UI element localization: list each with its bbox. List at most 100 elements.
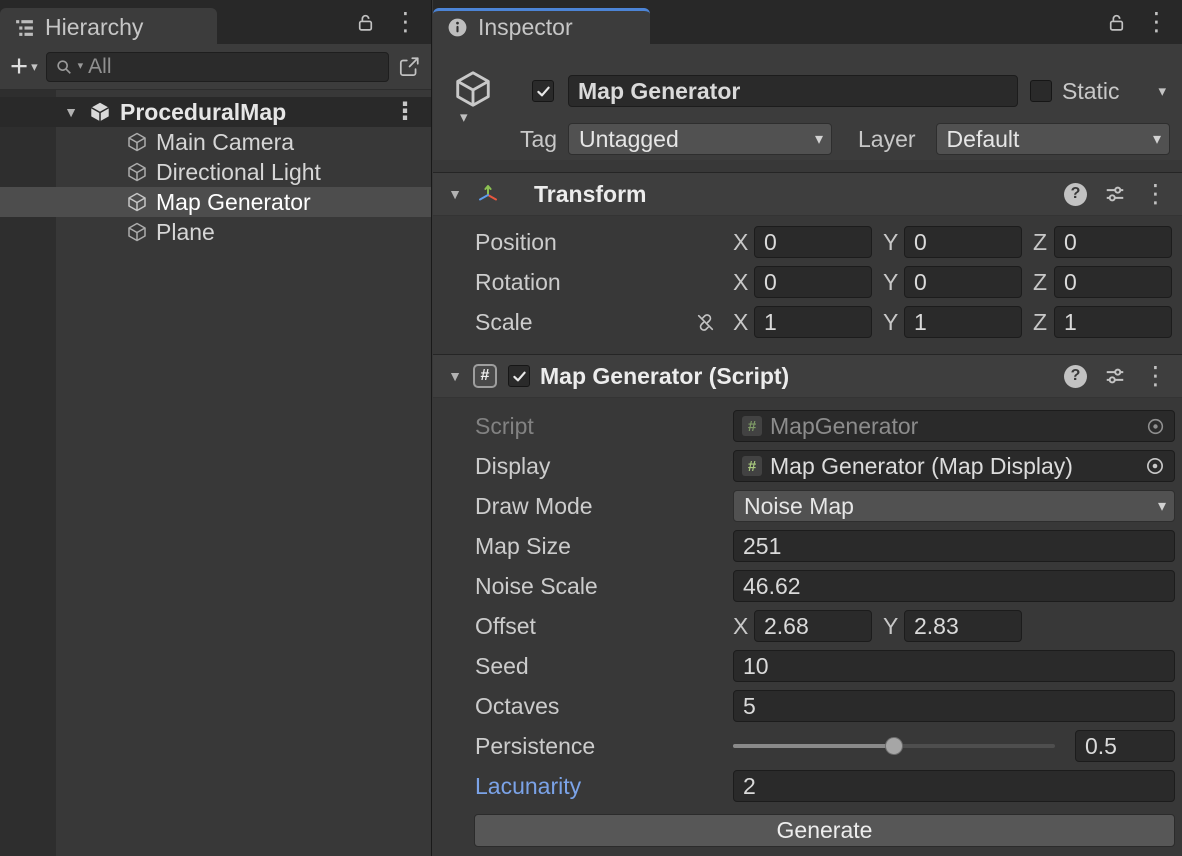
property-row-display: Display # Map Generator (Map Display) [433,446,1182,486]
persistence-value-field[interactable] [1075,730,1175,762]
add-object-button[interactable]: + ▾ [10,53,38,81]
rotation-z-field[interactable] [1054,266,1172,298]
gameobject-cube-icon [126,131,148,153]
offset-y-field[interactable] [904,610,1022,642]
axis-y-label: Y [883,613,901,640]
csharp-script-icon: # [473,364,497,388]
property-row-lacunarity: Lacunarity [433,766,1182,806]
script-body: Script # MapGenerator Display # Map Gene… [433,398,1182,847]
position-label: Position [475,229,557,256]
static-label: Static [1062,78,1120,105]
hierarchy-item-map-generator[interactable]: Map Generator [0,187,431,217]
persistence-slider[interactable] [733,730,1055,762]
script-component-title: Map Generator (Script) [540,363,789,390]
axis-y-label: Y [883,309,901,336]
unity-editor-window: Hierarchy ⋮ + ▾ ▾ ▼ [0,0,1182,856]
hierarchy-search-field[interactable]: ▾ [46,52,389,82]
hierarchy-item-directional-light[interactable]: Directional Light [0,157,431,187]
component-enabled-checkbox[interactable] [508,365,530,387]
object-picker-icon[interactable] [1145,416,1166,437]
map-size-field[interactable] [733,530,1175,562]
position-x-field[interactable] [754,226,872,258]
scale-x-field[interactable] [754,306,872,338]
kebab-menu-icon[interactable]: ⋮ [1144,10,1169,35]
axis-y-label: Y [883,269,901,296]
persistence-label: Persistence [475,733,595,760]
presets-icon[interactable] [1104,365,1126,387]
item-label: Main Camera [156,129,294,156]
scale-z-field[interactable] [1054,306,1172,338]
lacunarity-label: Lacunarity [475,773,581,800]
rotation-y-field[interactable] [904,266,1022,298]
property-row-scale: Scale X Y Z [433,302,1182,342]
static-flags-caret-icon[interactable]: ▾ [1158,84,1166,99]
script-object-field[interactable]: # MapGenerator [733,410,1175,442]
kebab-menu-icon[interactable]: ⋮ [393,10,418,35]
map-generator-script-header[interactable]: ▼ # Map Generator (Script) ? ⋮ [433,354,1182,398]
item-label: Map Generator [156,189,311,216]
inspector-strip-actions: ⋮ [1106,0,1182,44]
layer-value: Default [947,126,1020,153]
draw-mode-value: Noise Map [744,493,854,520]
seed-field[interactable] [733,650,1175,682]
property-row-position: Position X Y Z [433,222,1182,262]
scale-y-field[interactable] [904,306,1022,338]
gameobject-name-field[interactable] [568,75,1018,107]
help-icon[interactable]: ? [1064,183,1087,206]
tab-hierarchy[interactable]: Hierarchy [0,8,217,44]
octaves-label: Octaves [475,693,559,720]
lock-icon[interactable] [355,12,376,33]
object-picker-icon[interactable] [1144,455,1166,477]
octaves-field[interactable] [733,690,1175,722]
hierarchy-scene-row[interactable]: ▼ ProceduralMap ⋮ [0,97,431,127]
static-checkbox[interactable] [1030,80,1052,102]
noise-scale-field[interactable] [733,570,1175,602]
hierarchy-item-main-camera[interactable]: Main Camera [0,127,431,157]
hierarchy-item-plane[interactable]: Plane [0,217,431,247]
position-z-field[interactable] [1054,226,1172,258]
foldout-open-icon[interactable]: ▼ [62,105,80,119]
search-icon[interactable] [55,58,73,76]
pick-object-icon[interactable] [397,55,421,79]
search-filter-caret-icon[interactable]: ▾ [78,61,84,72]
draw-mode-dropdown[interactable]: Noise Map ▾ [733,490,1175,522]
presets-icon[interactable] [1104,183,1126,205]
tag-label: Tag [520,126,568,153]
tag-dropdown[interactable]: Untagged ▾ [568,123,832,155]
item-label: Plane [156,219,215,246]
draw-mode-label: Draw Mode [475,493,593,520]
offset-x-field[interactable] [754,610,872,642]
generate-button[interactable]: Generate [474,814,1175,847]
script-header-actions: ? ⋮ [1064,364,1168,389]
chevron-down-icon: ▾ [1150,496,1166,516]
layer-dropdown[interactable]: Default ▾ [936,123,1170,155]
lacunarity-field[interactable] [733,770,1175,802]
search-input[interactable] [88,55,380,79]
kebab-menu-icon[interactable]: ⋮ [1143,182,1168,207]
csharp-script-icon: # [742,456,762,476]
help-icon[interactable]: ? [1064,365,1087,388]
foldout-open-icon[interactable]: ▼ [446,369,464,383]
constrain-proportions-broken-link-icon[interactable] [694,311,717,334]
transform-icon [476,182,500,206]
rotation-x-field[interactable] [754,266,872,298]
scene-kebab-icon[interactable]: ⋮ [393,100,417,124]
slider-knob[interactable] [885,737,903,755]
foldout-open-icon[interactable]: ▼ [446,187,464,201]
tag-layer-row: Tag Untagged ▾ Layer Default ▾ [433,122,1182,156]
gameobject-header: ▾ Static ▾ Tag Untagged ▾ Layer Default [433,44,1182,160]
position-y-field[interactable] [904,226,1022,258]
scene-name: ProceduralMap [120,99,286,126]
lock-icon[interactable] [1106,12,1127,33]
property-row-script: Script # MapGenerator [433,406,1182,446]
slider-fill [733,744,894,748]
kebab-menu-icon[interactable]: ⋮ [1143,364,1168,389]
unity-scene-icon [88,100,112,124]
active-checkbox[interactable] [532,80,554,102]
display-object-field[interactable]: # Map Generator (Map Display) [733,450,1175,482]
seed-label: Seed [475,653,529,680]
property-row-offset: Offset X Y [433,606,1182,646]
rotation-label: Rotation [475,269,561,296]
tab-inspector[interactable]: Inspector [433,8,650,44]
transform-header[interactable]: ▼ Transform ? ⋮ [433,172,1182,216]
